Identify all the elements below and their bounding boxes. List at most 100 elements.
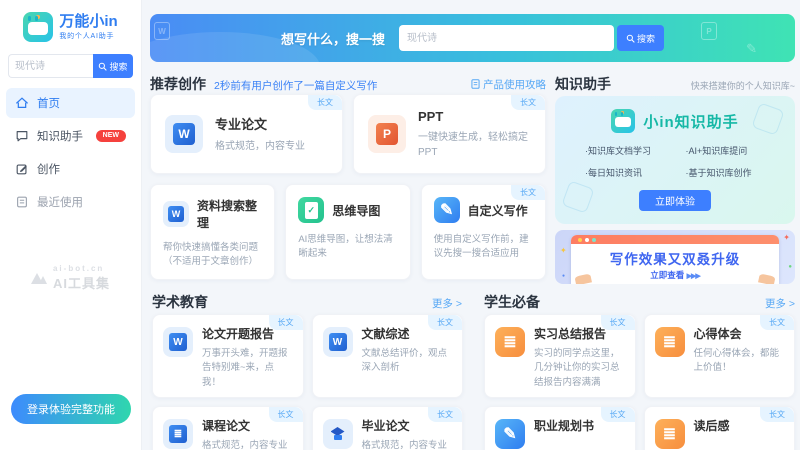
word-decoration-icon: W bbox=[154, 22, 170, 40]
recommend-ticker: 2秒前有用户创作了一篇自定义写作 bbox=[214, 78, 377, 93]
assistant-header: 知识助手 快来搭建你的个人知识库~ bbox=[555, 74, 795, 94]
long-text-badge: 长文 bbox=[511, 95, 545, 110]
hero-search-input[interactable] bbox=[399, 25, 614, 51]
academic-more-link[interactable]: 更多 > bbox=[432, 296, 462, 311]
card-desc: 格式规范，内容专业的毕业 bbox=[362, 439, 453, 450]
assistant-feature: ·AI+知识库提问 bbox=[686, 144, 773, 157]
card-desc: AI思维导图，让想法清晰起来 bbox=[298, 233, 397, 262]
students-row1: 长文 ≣ 实习总结报告 实习的同学点这里，几分钟让你的实习总结报告内容满满 长文… bbox=[484, 314, 795, 398]
card-book-review[interactable]: 长文 ≣ 读后感 bbox=[644, 406, 796, 450]
card-graduation-thesis[interactable]: 长文 毕业论文 格式规范，内容专业的毕业 bbox=[312, 406, 464, 450]
assistant-features: ·知识库文档学习 ·AI+知识库提问 ·每日知识资讯 ·基于知识库创作 bbox=[585, 144, 773, 179]
card-career-plan[interactable]: 长文 ✎ 职业规划书 bbox=[484, 406, 636, 450]
app-logo[interactable]: 万能小in 我的个人AI助手 bbox=[0, 0, 141, 42]
academic-row1: 长文 W 论文开题报告 万事开头难，开题报告特别难~来，点我！ 长文 W 文献综… bbox=[152, 314, 463, 398]
try-now-button[interactable]: 立即体验 bbox=[639, 190, 711, 211]
report-icon: ≣ bbox=[655, 327, 685, 357]
sidebar-item-label: 首页 bbox=[37, 95, 60, 111]
watermark-logo-icon bbox=[31, 273, 47, 284]
robot-logo-icon bbox=[23, 12, 53, 42]
recommend-header: 推荐创作 2秒前有用户创作了一篇自定义写作 产品使用攻略 bbox=[150, 74, 546, 94]
long-text-badge: 长文 bbox=[269, 407, 303, 422]
report-icon: ≣ bbox=[655, 419, 685, 449]
promo-window-bar bbox=[571, 235, 779, 244]
watermark: ai-bot.cn AI工具集 bbox=[0, 264, 141, 292]
watermark-title: AI工具集 bbox=[53, 273, 110, 292]
card-desc: 文献总结评价，观点深入剖析 bbox=[362, 347, 453, 376]
promo-title: 写作效果又双叒升级 bbox=[571, 248, 779, 268]
assistant-feature: ·每日知识资讯 bbox=[585, 166, 686, 179]
new-badge: NEW bbox=[96, 130, 126, 142]
card-title: 资料搜索整理 bbox=[197, 197, 262, 231]
edit-icon bbox=[15, 162, 29, 176]
sidebar-search: 搜索 bbox=[8, 54, 133, 78]
graduation-cap-icon bbox=[323, 419, 353, 449]
long-text-badge: 长文 bbox=[760, 315, 794, 330]
sidebar-item-home[interactable]: 首页 bbox=[6, 88, 135, 118]
card-reflections[interactable]: 长文 ≣ 心得体会 任何心得体会，都能上价值！ bbox=[644, 314, 796, 398]
long-text-badge: 长文 bbox=[428, 407, 462, 422]
chat-icon bbox=[15, 129, 29, 143]
confetti-dot: ● bbox=[788, 264, 792, 270]
login-button[interactable]: 登录体验完整功能 bbox=[11, 394, 131, 424]
hero-prompt: 想写什么，搜一搜 bbox=[281, 29, 385, 48]
card-desc: 帮你快速搞懂各类问题（不适用于文章创作） bbox=[163, 241, 262, 270]
recommend-row1: 长文 W 专业论文 格式规范，内容专业 长文 P PPT 一键快速生成，轻松搞定… bbox=[150, 94, 546, 174]
robot-logo-icon bbox=[611, 109, 635, 133]
card-desc: 实习的同学点这里，几分钟让你的实习总结报告内容满满 bbox=[534, 347, 625, 390]
card-research-organize[interactable]: W 资料搜索整理 帮你快速搞懂各类问题（不适用于文章创作） bbox=[150, 184, 275, 280]
card-ppt[interactable]: 长文 P PPT 一键快速生成，轻松搞定PPT bbox=[353, 94, 546, 174]
app-subtitle: 我的个人AI助手 bbox=[59, 31, 117, 41]
sidebar-nav: 首页 知识助手 NEW 创作 最近使用 bbox=[0, 88, 141, 217]
card-title: 思维导图 bbox=[332, 202, 380, 219]
long-text-badge: 长文 bbox=[428, 315, 462, 330]
product-guide-link[interactable]: 产品使用攻略 bbox=[471, 77, 546, 92]
hero-banner: W P ✎ 想写什么，搜一搜 搜索 bbox=[150, 14, 795, 62]
hero-search-button[interactable]: 搜索 bbox=[617, 25, 664, 51]
word-icon: W bbox=[323, 327, 353, 357]
sidebar-search-button[interactable]: 搜索 bbox=[93, 54, 133, 78]
card-thesis-proposal[interactable]: 长文 W 论文开题报告 万事开头难，开题报告特别难~来，点我！ bbox=[152, 314, 304, 398]
sidebar-item-recent[interactable]: 最近使用 bbox=[6, 187, 135, 217]
assistant-subtitle: 快来搭建你的个人知识库~ bbox=[691, 79, 795, 92]
card-internship-report[interactable]: 长文 ≣ 实习总结报告 实习的同学点这里，几分钟让你的实习总结报告内容满满 bbox=[484, 314, 636, 398]
assistant-card-title: 小in知识助手 bbox=[643, 111, 738, 132]
card-desc: 格式规范，内容专业 bbox=[215, 139, 305, 154]
long-text-badge: 长文 bbox=[511, 185, 545, 200]
card-title: 自定义写作 bbox=[468, 202, 528, 219]
recommend-title: 推荐创作 bbox=[150, 74, 206, 94]
card-professional-paper[interactable]: 长文 W 专业论文 格式规范，内容专业 bbox=[150, 94, 343, 174]
pen-icon: ✎ bbox=[495, 419, 525, 449]
word-icon: W bbox=[163, 201, 189, 227]
sidebar: 万能小in 我的个人AI助手 搜索 首页 知识助手 NEW 创作 最近使用 bbox=[0, 0, 142, 450]
search-icon bbox=[98, 62, 107, 71]
students-header: 学生必备 更多 > bbox=[484, 292, 795, 312]
card-desc: 使用自定义写作前，建议先搜一搜合适应用 bbox=[434, 233, 533, 262]
confetti-star: ✦ bbox=[560, 246, 567, 255]
long-text-badge: 长文 bbox=[308, 95, 342, 110]
knowledge-assistant-card[interactable]: 小in知识助手 ·知识库文档学习 ·AI+知识库提问 ·每日知识资讯 ·基于知识… bbox=[555, 96, 795, 224]
confetti-dot: ● bbox=[562, 273, 565, 279]
assistant-title: 知识助手 bbox=[555, 74, 611, 94]
mindmap-icon: ✓ bbox=[298, 197, 324, 223]
card-desc: 万事开头难，开题报告特别难~来，点我！ bbox=[202, 347, 293, 390]
academic-header: 学术教育 更多 > bbox=[152, 292, 462, 312]
sidebar-search-button-label: 搜索 bbox=[109, 60, 127, 73]
upgrade-promo-banner[interactable]: ✦ ✦ ● ● 写作效果又双叒升级 立即查看 ▶▶▶ bbox=[555, 230, 795, 284]
search-icon bbox=[626, 34, 635, 43]
students-more-link[interactable]: 更多 > bbox=[765, 296, 795, 311]
recent-file-icon bbox=[15, 195, 29, 209]
sidebar-item-knowledge[interactable]: 知识助手 NEW bbox=[6, 121, 135, 151]
academic-title: 学术教育 bbox=[152, 292, 208, 312]
card-literature-review[interactable]: 长文 W 文献综述 文献总结评价，观点深入剖析 bbox=[312, 314, 464, 398]
sidebar-item-create[interactable]: 创作 bbox=[6, 154, 135, 184]
home-icon bbox=[15, 96, 29, 110]
students-title: 学生必备 bbox=[484, 292, 540, 312]
course-doc-icon: ≣ bbox=[163, 419, 193, 449]
hero-search-button-label: 搜索 bbox=[637, 32, 655, 45]
card-custom-writing[interactable]: 长文 ✎ 自定义写作 使用自定义写作前，建议先搜一搜合适应用 bbox=[421, 184, 546, 280]
confetti-star: ✦ bbox=[783, 233, 790, 242]
card-course-paper[interactable]: 长文 ≣ 课程论文 格式规范，内容专业的课程 bbox=[152, 406, 304, 450]
sidebar-search-input[interactable] bbox=[8, 54, 93, 78]
card-mindmap[interactable]: ✓ 思维导图 AI思维导图，让想法清晰起来 bbox=[285, 184, 410, 280]
